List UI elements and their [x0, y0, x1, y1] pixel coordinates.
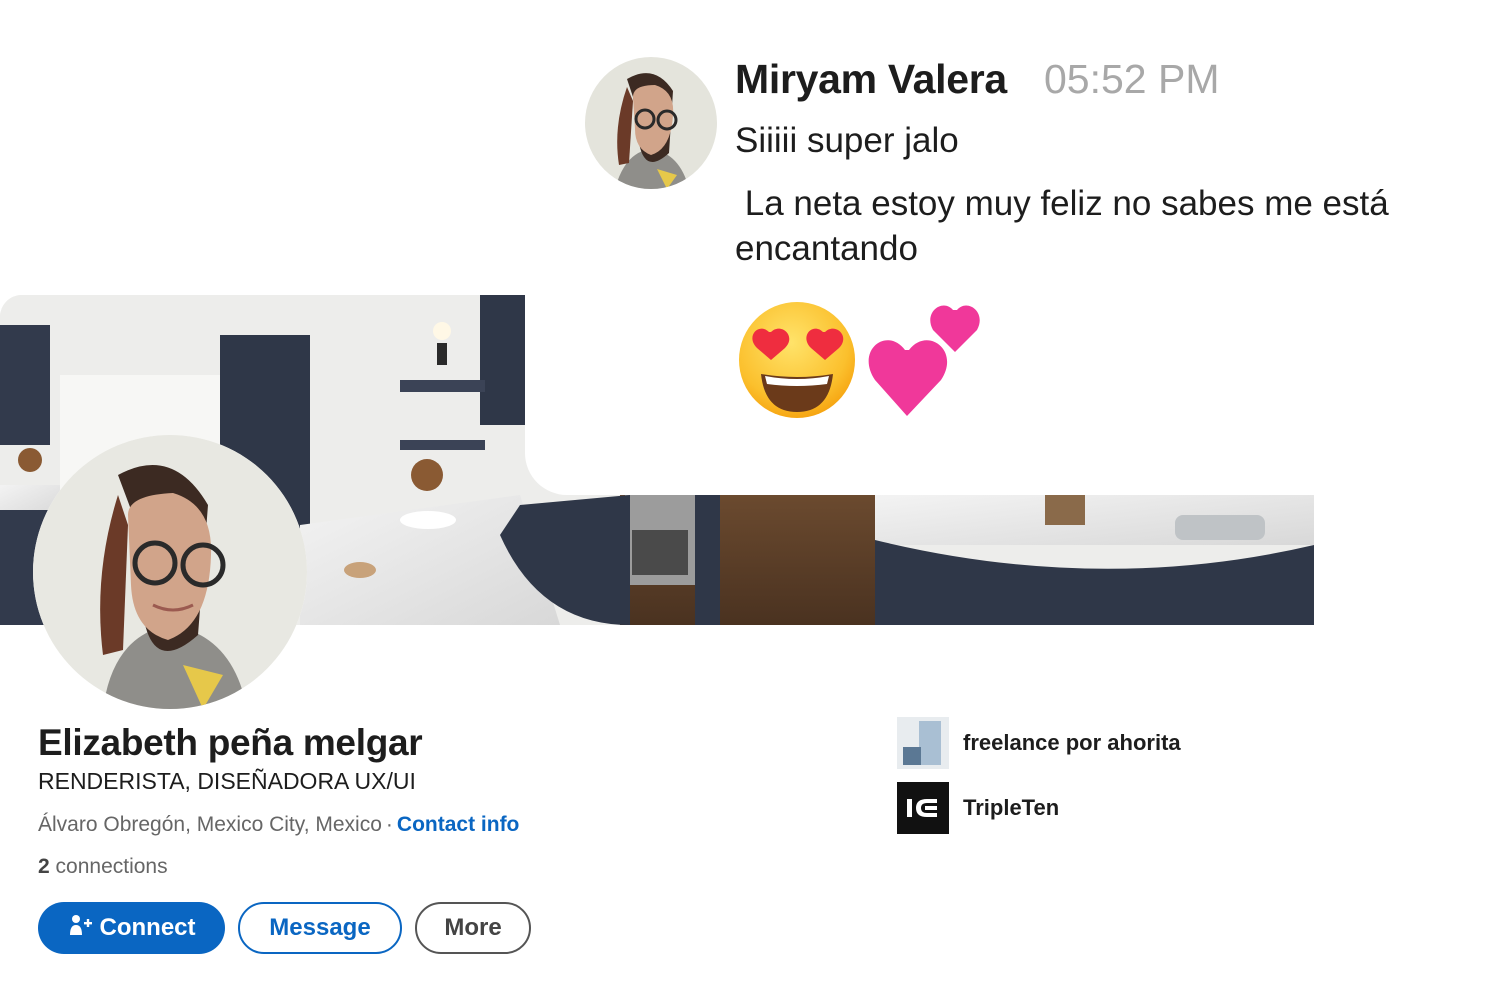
- profile-location: Álvaro Obregón, Mexico City, Mexico · Cont…: [38, 813, 519, 837]
- company-placeholder-icon: [897, 717, 949, 769]
- chat-sender-name[interactable]: Miryam Valera: [735, 56, 1007, 103]
- chat-emoji-row: [737, 300, 990, 425]
- connect-button[interactable]: Connect: [38, 902, 225, 954]
- experience-item-tripleten[interactable]: TripleTen: [897, 782, 1059, 834]
- location-text: Álvaro Obregón, Mexico City, Mexico: [38, 813, 382, 836]
- add-person-icon: [68, 913, 92, 944]
- tripleten-logo-icon: [897, 782, 949, 834]
- profile-avatar[interactable]: [33, 435, 307, 709]
- connect-label: Connect: [99, 914, 196, 941]
- experience-label: TripleTen: [963, 795, 1060, 820]
- chat-message-line: Siiiii super jalo: [735, 121, 959, 160]
- profile-name: Elizabeth peña melgar: [38, 722, 423, 763]
- connections-count[interactable]: 2 connections: [38, 855, 168, 879]
- profile-headline: RENDERISTA, DISEÑADORA UX/UI: [38, 768, 416, 794]
- connections-label: connections: [55, 855, 168, 878]
- two-hearts-icon: [865, 300, 990, 425]
- chat-sender-avatar[interactable]: [585, 57, 717, 189]
- location-separator: ·: [385, 813, 393, 836]
- smiling-face-with-heart-eyes-icon: [737, 300, 857, 425]
- experience-label: freelance por ahorita: [963, 730, 1181, 755]
- experience-item-freelance[interactable]: freelance por ahorita: [897, 717, 1181, 769]
- chat-message-line: La neta estoy muy feliz no sabes me está…: [735, 184, 1399, 268]
- message-button[interactable]: Message: [238, 902, 402, 954]
- more-button[interactable]: More: [415, 902, 531, 954]
- chat-timestamp: 05:52 PM: [1044, 56, 1220, 102]
- connections-number: 2: [38, 855, 50, 878]
- contact-info-link[interactable]: Contact info: [397, 813, 519, 836]
